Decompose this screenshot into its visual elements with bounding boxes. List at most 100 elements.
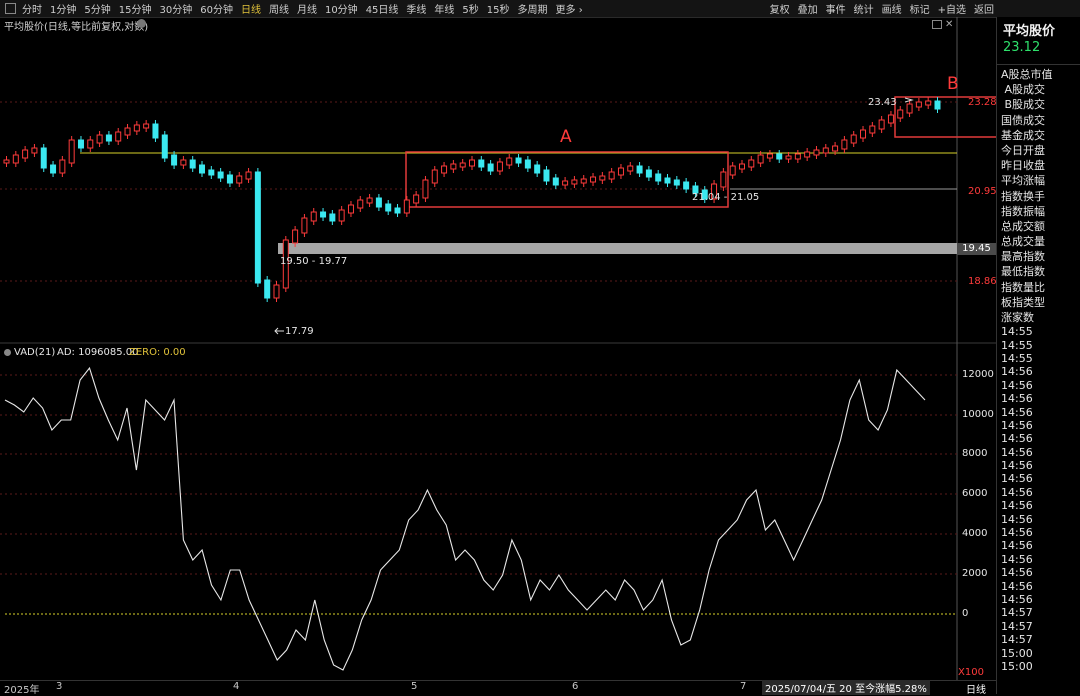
candle — [245, 171, 252, 180]
maximize-icon[interactable] — [932, 20, 942, 29]
candle — [236, 175, 243, 184]
vad-line — [4, 366, 926, 671]
candle — [850, 134, 857, 144]
candle — [934, 100, 941, 110]
candle — [478, 159, 485, 168]
candle — [161, 134, 168, 159]
candle — [12, 154, 19, 164]
candle — [422, 179, 429, 199]
peak-annotation: 23.43 — [868, 97, 897, 108]
indicator-y-tick: 10000 — [962, 409, 994, 420]
indicator-name: VAD(21) — [14, 347, 56, 358]
status-tooltip: 2025/07/04/五 20 至今涨幅5.28% — [762, 680, 930, 695]
panel-time: 14:56 — [1001, 512, 1033, 526]
indicator-settings-icon[interactable] — [4, 349, 11, 356]
panel-title: 平均股价 — [1003, 24, 1056, 39]
panel-time: 14:56 — [1001, 526, 1033, 540]
axis-price-high: 23.28 — [968, 97, 997, 108]
candle — [664, 177, 671, 184]
panel-time: 14:56 — [1001, 459, 1033, 473]
panel-time: 14:56 — [1001, 445, 1033, 459]
range-a-annotation: 21.04 - 21.05 — [692, 192, 760, 203]
panel-item: 基金成交 — [1001, 128, 1045, 142]
close-icon[interactable]: ✕ — [945, 19, 953, 30]
panel-time: 14:56 — [1001, 566, 1033, 580]
candle — [543, 169, 550, 182]
candle — [841, 139, 848, 150]
panel-time: 14:56 — [1001, 365, 1033, 379]
candle — [441, 165, 448, 174]
panel-time: 14:56 — [1001, 392, 1033, 406]
candle — [655, 173, 662, 182]
candle — [189, 159, 196, 169]
panel-item: 国债成交 — [1001, 113, 1045, 127]
candle — [59, 159, 66, 174]
candle — [115, 131, 122, 142]
panel-time: 14:57 — [1001, 633, 1033, 647]
candle — [645, 169, 652, 178]
candle — [413, 194, 420, 204]
candle — [133, 124, 140, 132]
candle — [301, 217, 308, 234]
x100-label: X100 — [958, 667, 984, 678]
panel-time: 14:56 — [1001, 539, 1033, 553]
candle — [338, 209, 345, 222]
candle — [860, 129, 867, 139]
candle — [552, 177, 559, 186]
indicator-zero: ZERO: 0.00 — [129, 347, 186, 358]
candle — [87, 139, 94, 149]
candle — [40, 147, 47, 169]
candle — [683, 181, 690, 190]
panel-item: A股总市值 — [1001, 68, 1053, 81]
panel-time: 14:55 — [1001, 338, 1033, 352]
gap-band[interactable] — [278, 243, 957, 254]
candle — [403, 199, 410, 214]
candle — [50, 164, 57, 174]
peak-arrow-icon — [904, 97, 914, 103]
candle — [199, 164, 206, 174]
x-label-5: 5 — [411, 681, 418, 692]
candle — [832, 145, 839, 152]
panel-time: 14:56 — [1001, 499, 1033, 513]
candle — [562, 180, 569, 186]
candle — [580, 178, 587, 184]
candle — [254, 171, 261, 284]
candle — [347, 204, 354, 214]
candle — [124, 127, 131, 136]
candle — [534, 164, 541, 174]
candle — [68, 139, 75, 164]
candle — [171, 154, 178, 166]
candle — [226, 174, 233, 184]
candle — [22, 149, 29, 159]
panel-item: A股成交 — [1004, 83, 1045, 97]
chart-title: 平均股价(日线,等比前复权,对数) — [4, 22, 149, 33]
candle — [897, 109, 904, 119]
candle — [524, 159, 531, 169]
candle — [804, 151, 811, 158]
candle — [273, 284, 280, 299]
candle — [217, 171, 224, 179]
candle — [617, 167, 624, 176]
indicator-y-tick: 4000 — [962, 528, 988, 539]
panel-time: 14:56 — [1001, 405, 1033, 419]
candle — [152, 123, 159, 139]
panel-time: 15:00 — [1001, 646, 1033, 660]
panel-time: 14:56 — [1001, 579, 1033, 593]
candle — [264, 279, 271, 299]
panel-time: 14:55 — [1001, 325, 1033, 339]
candle — [515, 157, 522, 164]
candle — [96, 134, 103, 144]
panel-time: 14:56 — [1001, 485, 1033, 499]
panel-time: 14:56 — [1001, 378, 1033, 392]
candle — [105, 134, 112, 142]
candle — [310, 211, 317, 222]
low-annotation: 17.79 — [285, 326, 314, 337]
x-label-3: 3 — [56, 681, 63, 692]
candle — [915, 101, 922, 108]
candle — [738, 163, 745, 170]
indicator-y-tick: 8000 — [962, 448, 988, 459]
candle — [673, 179, 680, 186]
settings-icon[interactable] — [137, 19, 146, 28]
panel-item: 涨家数 — [1001, 311, 1034, 324]
panel-item: B股成交 — [1004, 98, 1045, 112]
